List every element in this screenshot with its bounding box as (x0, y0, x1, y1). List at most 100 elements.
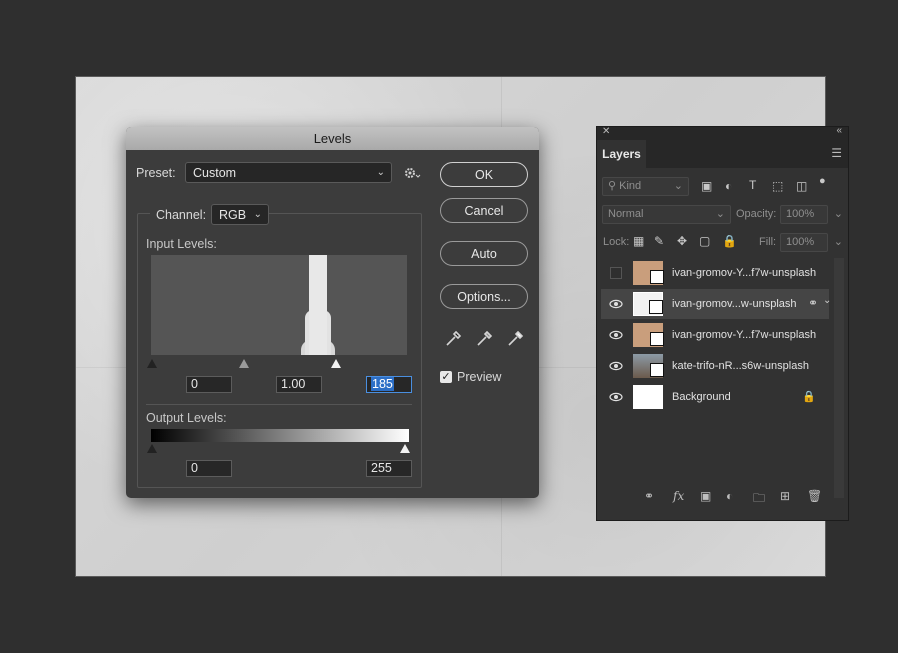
options-button[interactable]: Options... (440, 284, 528, 309)
layer-thumbnail (633, 292, 663, 316)
adjustment-layer-icon[interactable]: ◐ (726, 489, 733, 503)
auto-button[interactable]: Auto (440, 241, 528, 266)
output-black-field[interactable]: 0 (186, 460, 232, 477)
group-folder-icon[interactable]: 🗀 (753, 489, 765, 510)
link-layers-icon[interactable]: ⚭ (644, 489, 654, 503)
input-black-slider[interactable] (147, 359, 157, 368)
histogram (151, 255, 407, 355)
fill-label: Fill: (759, 236, 777, 248)
opacity-label: Opacity: (736, 208, 777, 220)
visibility-toggle-off[interactable] (610, 267, 622, 279)
fill-value: 100% (786, 236, 815, 248)
histogram-peak (309, 255, 327, 355)
layers-footer: ⚭ fx ▣ ◐ 🗀 ⊞ 🗑 (597, 489, 848, 511)
trash-icon[interactable]: 🗑 (807, 489, 822, 503)
output-black-slider[interactable] (147, 444, 157, 453)
eye-icon[interactable] (609, 390, 623, 404)
layer-thumbnail (633, 385, 663, 409)
layer-row[interactable]: ivan-gromov-Y...f7w-unsplash (601, 320, 829, 350)
smart-object-filter-icon[interactable]: ◫ (796, 179, 807, 193)
input-white-value: 185 (371, 377, 394, 391)
lock-label: Lock: (603, 236, 630, 248)
panel-titlebar: ✕ « (597, 125, 848, 140)
blend-mode-select[interactable]: Normal ⌄ (602, 205, 731, 224)
preset-value: Custom (193, 166, 237, 180)
preset-label: Preset: (136, 166, 176, 180)
lock-all-icon[interactable]: 🔒 (722, 234, 737, 248)
type-filter-icon[interactable]: T (749, 178, 756, 192)
filter-toggle-icon[interactable]: ● (819, 175, 826, 187)
preview-label[interactable]: Preview (457, 370, 501, 384)
smart-object-badge (650, 270, 664, 284)
levels-dialog: Levels Preset: Custom ⌄ Channel: RGB ⌄ I… (126, 127, 539, 498)
chevron-down-icon: ⌄ (253, 209, 262, 220)
adjustment-filter-icon[interactable]: ◐ (725, 179, 732, 193)
new-layer-icon[interactable]: ⊞ (780, 489, 790, 503)
layer-row[interactable]: kate-trifo-nR...s6w-unsplash (601, 351, 829, 381)
chevron-down-icon[interactable]: ⌄ (834, 206, 843, 223)
layer-row[interactable]: ivan-gromov...w-unsplash ⚭ ⌄ (601, 289, 831, 319)
channel-select[interactable]: RGB ⌄ (211, 204, 269, 225)
add-mask-icon[interactable]: ▣ (700, 489, 711, 503)
black-eyedropper-icon[interactable] (444, 330, 462, 348)
output-white-slider[interactable] (400, 444, 410, 453)
panel-menu-icon[interactable]: ☰ (831, 146, 842, 160)
divider (146, 404, 412, 405)
cancel-button[interactable]: Cancel (440, 198, 528, 223)
gray-eyedropper-icon[interactable] (475, 330, 493, 348)
input-black-field[interactable]: 0 (186, 376, 232, 393)
close-icon[interactable]: ✕ (602, 126, 610, 137)
tab-layers[interactable]: Layers (597, 140, 646, 168)
chevron-down-icon[interactable]: ⌄ (823, 295, 831, 306)
chevron-down-icon[interactable]: ⌄ (834, 234, 843, 251)
preset-select[interactable]: Custom ⌄ (185, 162, 392, 183)
channel-value: RGB (219, 208, 247, 222)
ok-button[interactable]: OK (440, 162, 528, 187)
search-icon: ⚲ (608, 180, 617, 192)
layer-row[interactable]: Background 🔒 (601, 382, 829, 412)
lock-icon: 🔒 (802, 391, 816, 403)
lock-pixels-icon[interactable]: ✎ (654, 234, 664, 248)
input-white-slider[interactable] (331, 359, 341, 368)
white-eyedropper-icon[interactable] (506, 330, 524, 348)
eye-icon[interactable] (609, 328, 623, 342)
filter-kind-select[interactable]: ⚲ Kind ⌄ (602, 177, 689, 196)
fx-icon[interactable]: fx (673, 489, 684, 503)
lock-transparency-icon[interactable]: ▦ (633, 234, 644, 248)
lock-artboard-icon[interactable]: ▢ (699, 234, 710, 248)
collapse-icon[interactable]: « (836, 125, 842, 136)
channel-label: Channel: (150, 208, 213, 222)
layer-row[interactable]: ivan-gromov-Y...f7w-unsplash (601, 258, 829, 288)
shape-filter-icon[interactable]: ⬚ (772, 179, 783, 193)
input-gamma-slider[interactable] (239, 359, 249, 368)
opacity-value: 100% (786, 208, 815, 220)
chevron-down-icon: ⌄ (715, 208, 725, 220)
lock-position-icon[interactable]: ✥ (677, 234, 687, 248)
pixel-filter-icon[interactable]: ▣ (701, 179, 712, 193)
chevron-down-icon: ⌄ (376, 167, 385, 178)
layer-name: ivan-gromov-Y...f7w-unsplash (672, 329, 817, 341)
linked-effects-icon[interactable]: ⚭ (808, 296, 818, 310)
layer-name: Background (672, 391, 731, 403)
eye-icon[interactable] (609, 297, 623, 311)
scrollbar[interactable] (834, 258, 844, 498)
chevron-down-icon: ⌄ (673, 180, 683, 192)
smart-object-badge (650, 363, 664, 377)
layer-thumbnail (633, 261, 664, 285)
input-gamma-field[interactable]: 1.00 (276, 376, 322, 393)
output-white-field[interactable]: 255 (366, 460, 412, 477)
preview-checkbox[interactable]: ✓ (440, 371, 452, 383)
opacity-field[interactable]: 100% ⌄ (780, 205, 843, 224)
layer-thumbnail (633, 354, 664, 378)
fill-field[interactable]: 100% ⌄ (780, 233, 843, 252)
dialog-title[interactable]: Levels (126, 127, 539, 150)
eye-icon[interactable] (609, 359, 623, 373)
output-gradient (151, 429, 409, 442)
panel-tabs: Layers ☰ (597, 140, 848, 168)
gear-icon[interactable] (404, 166, 422, 180)
input-white-field[interactable]: 185 (366, 376, 412, 393)
smart-object-badge (649, 300, 663, 314)
layer-thumbnail (633, 323, 664, 347)
layer-name: ivan-gromov-Y...f7w-unsplash (672, 267, 817, 279)
output-levels-label: Output Levels: (146, 411, 227, 425)
